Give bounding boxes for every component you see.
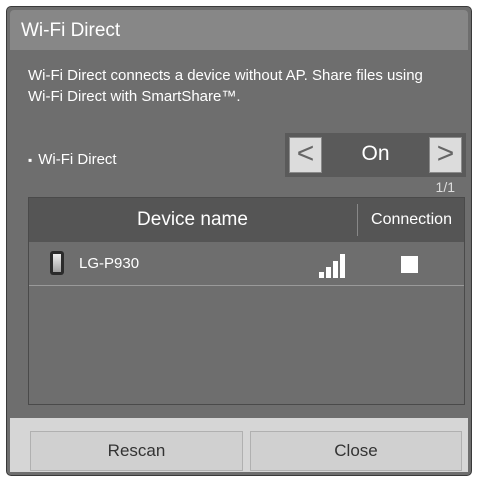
device-name: LG-P930 — [79, 255, 140, 272]
device-list-header: Device name Connection — [29, 198, 464, 242]
dialog-description: Wi-Fi Direct connects a device without A… — [28, 67, 423, 105]
column-header-connection: Connection — [371, 211, 452, 228]
bullet-icon: ▪ — [28, 153, 33, 167]
wifi-direct-option-label: ▪ Wi-Fi Direct — [28, 151, 117, 168]
wifi-direct-dialog: Wi-Fi Direct Wi-Fi Direct connects a dev… — [6, 6, 472, 476]
close-button[interactable]: Close — [250, 431, 462, 471]
title-bar: Wi-Fi Direct — [10, 10, 468, 50]
dialog-footer: Rescan Close — [10, 418, 468, 472]
column-divider — [357, 204, 358, 236]
phone-icon — [50, 251, 64, 275]
chevron-right-icon: > — [436, 137, 455, 170]
device-list: Device name Connection LG-P930 — [28, 197, 465, 405]
dialog-title: Wi-Fi Direct — [21, 20, 121, 41]
next-option-button[interactable]: > — [429, 137, 462, 173]
option-label-text: Wi-Fi Direct — [38, 151, 117, 168]
column-header-device-name: Device name — [137, 209, 248, 230]
rescan-button[interactable]: Rescan — [30, 431, 243, 471]
connection-checkbox[interactable] — [401, 256, 418, 273]
option-value: On — [361, 142, 390, 165]
wifi-direct-toggle-selector: < On > — [285, 133, 466, 177]
signal-strength-icon — [319, 254, 347, 278]
chevron-left-icon: < — [296, 137, 315, 170]
page-indicator: 1/1 — [435, 179, 455, 195]
prev-option-button[interactable]: < — [289, 137, 322, 173]
device-row[interactable]: LG-P930 — [29, 242, 464, 286]
